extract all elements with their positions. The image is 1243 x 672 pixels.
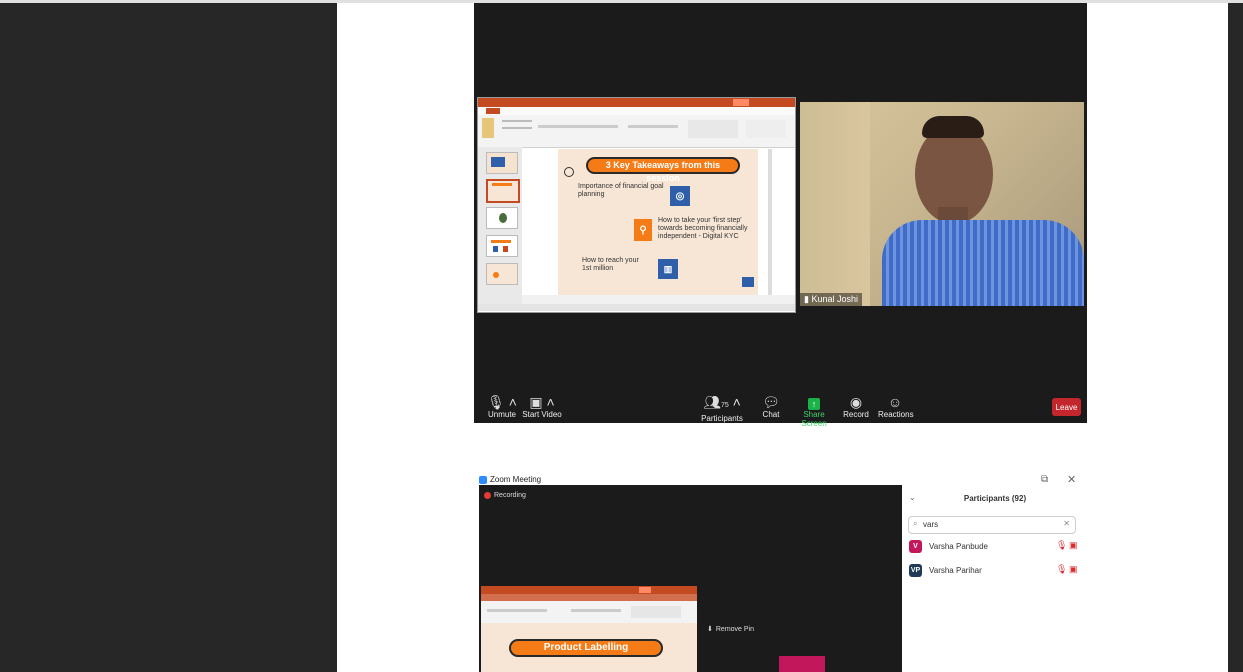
search-input[interactable]: vars	[923, 520, 938, 529]
slide-thumbnail[interactable]	[486, 263, 518, 285]
person-shirt	[882, 220, 1084, 306]
recording-dot-icon	[484, 492, 491, 499]
participants-icon: 👥︎75 ˄	[703, 394, 741, 410]
record-label: Record	[843, 410, 869, 419]
current-slide[interactable]: 3 Key Takeaways from this session Import…	[558, 149, 758, 295]
mic-muted-icon: 🎙︎	[1056, 564, 1068, 574]
slide-thumbnail[interactable]	[486, 152, 518, 174]
start-video-label: Start Video	[522, 410, 562, 419]
ppt-ribbon[interactable]	[481, 601, 697, 624]
slide-thumbnail[interactable]	[486, 207, 518, 229]
ppt-tab-row[interactable]	[481, 594, 697, 601]
share-screen-label: Share Screen	[801, 410, 827, 428]
search-icon: ⌕	[913, 519, 918, 528]
record-button[interactable]: ◉ Record	[842, 394, 870, 419]
ppt-scrollbar[interactable]	[768, 149, 772, 295]
start-video-button[interactable]: ▣ ˄ Start Video	[522, 394, 562, 419]
chat-label: Chat	[762, 410, 780, 419]
participant-name: Kunal Joshi	[811, 294, 858, 304]
record-icon: ◉	[849, 394, 863, 410]
current-slide-small[interactable]: Product Labelling	[481, 623, 697, 672]
video-off-icon: ▣	[1069, 564, 1078, 574]
window-title: Zoom Meeting	[490, 475, 542, 484]
participant-video[interactable]: ▮ Kunal Joshi	[800, 102, 1084, 306]
microphone-muted-icon: 🎙︎ ˄	[487, 394, 517, 410]
reactions-button[interactable]: ☺ Reactions	[878, 394, 914, 419]
clear-search-icon[interactable]: ✕	[1063, 519, 1070, 528]
ppt-title-bar	[478, 98, 795, 107]
person-hair	[922, 116, 984, 138]
unmute-button[interactable]: 🎙︎ ˄ Unmute	[482, 394, 522, 419]
font-controls[interactable]	[538, 125, 618, 128]
ppt-active-tab[interactable]	[486, 108, 500, 114]
share-screen-button[interactable]: ↑ Share Screen	[794, 394, 834, 428]
ppt-title-bar	[481, 586, 697, 594]
speaker-notes[interactable]	[522, 295, 795, 304]
drawing-shapes[interactable]	[688, 120, 738, 138]
participants-title: Participants (92)	[963, 494, 1027, 503]
right-background	[1228, 0, 1243, 672]
ppt-signin-button[interactable]	[733, 99, 749, 106]
window-title-bar: Zoom Meeting	[479, 475, 541, 484]
participant-row[interactable]: VP Varsha Parihar 🎙︎ ▣	[909, 563, 1081, 579]
ribbon-line	[502, 120, 532, 122]
participant-row[interactable]: V Varsha Panbude 🎙︎ ▣	[909, 539, 1081, 555]
pin-icon: ⬇	[707, 626, 713, 633]
slide-thumbnail[interactable]	[486, 235, 518, 257]
paragraph-controls[interactable]	[628, 125, 678, 128]
shared-powerpoint-screen-small: Product Labelling	[481, 586, 697, 672]
slide-thumbnails-pane[interactable]	[478, 147, 522, 304]
video-off-icon: ▣	[1069, 540, 1078, 550]
ppt-ribbon[interactable]	[478, 115, 795, 148]
share-screen-icon: ↑	[794, 394, 834, 410]
slide-item-1: Importance of financial goal planning	[578, 183, 664, 199]
chat-icon: 💬︎	[762, 394, 780, 410]
video-off-icon: ▣ ˄	[529, 394, 555, 410]
logo-icon	[742, 277, 754, 287]
avatar: VP	[909, 564, 922, 577]
mic-muted-icon: 🎙︎	[1056, 540, 1068, 550]
reactions-icon: ☺	[887, 394, 903, 410]
ppt-status-bar	[478, 304, 795, 311]
slide-item-2: How to take your 'first step' towards be…	[658, 217, 748, 241]
remove-pin-label: Remove Pin	[715, 625, 755, 633]
video-background	[800, 102, 870, 306]
unmute-label: Unmute	[487, 410, 516, 419]
remove-pin-button[interactable]: ⬇ Remove Pin	[707, 625, 755, 634]
participants-button[interactable]: 👥︎75 ˄ Participants	[700, 394, 744, 423]
slide-banner: 3 Key Takeaways from this session	[586, 157, 740, 183]
ribbon-line	[502, 127, 532, 129]
participants-count: 75	[720, 402, 729, 409]
participant-search-box[interactable]: ⌕ vars ✕	[908, 516, 1076, 534]
slide-thumbnail-selected[interactable]	[486, 179, 520, 203]
target-icon: ◎	[670, 186, 690, 206]
recording-label: Recording	[494, 492, 526, 499]
walking-icon: ⚲	[634, 219, 652, 241]
collapse-chevron-icon[interactable]: ⌄	[909, 493, 916, 502]
participant-name: Varsha Parihar	[929, 566, 982, 575]
editing-group[interactable]	[746, 120, 786, 138]
recording-indicator: Recording	[484, 492, 526, 499]
participants-label: Participants	[701, 414, 743, 423]
reactions-label: Reactions	[878, 410, 914, 419]
signal-icon: ▮	[804, 294, 809, 304]
participant-name-tag: ▮ Kunal Joshi	[800, 293, 862, 306]
left-background	[0, 0, 337, 672]
paste-icon[interactable]	[482, 118, 494, 138]
slide-item-3: How to reach your 1st million	[582, 257, 639, 273]
avatar: V	[909, 540, 922, 553]
decor-circle-icon	[564, 167, 574, 177]
restore-icon[interactable]: ⧉	[1041, 474, 1048, 485]
participant-avatar-tile	[779, 656, 825, 672]
participant-name: Varsha Panbude	[929, 542, 989, 551]
zoom-logo-icon	[479, 475, 487, 484]
shared-powerpoint-screen: 3 Key Takeaways from this session Import…	[477, 97, 796, 313]
leave-button[interactable]: Leave	[1052, 398, 1081, 416]
book-icon: ▥	[658, 259, 678, 279]
slide-banner-small: Product Labelling	[509, 639, 663, 657]
chat-button[interactable]: 💬︎ Chat	[758, 394, 784, 419]
